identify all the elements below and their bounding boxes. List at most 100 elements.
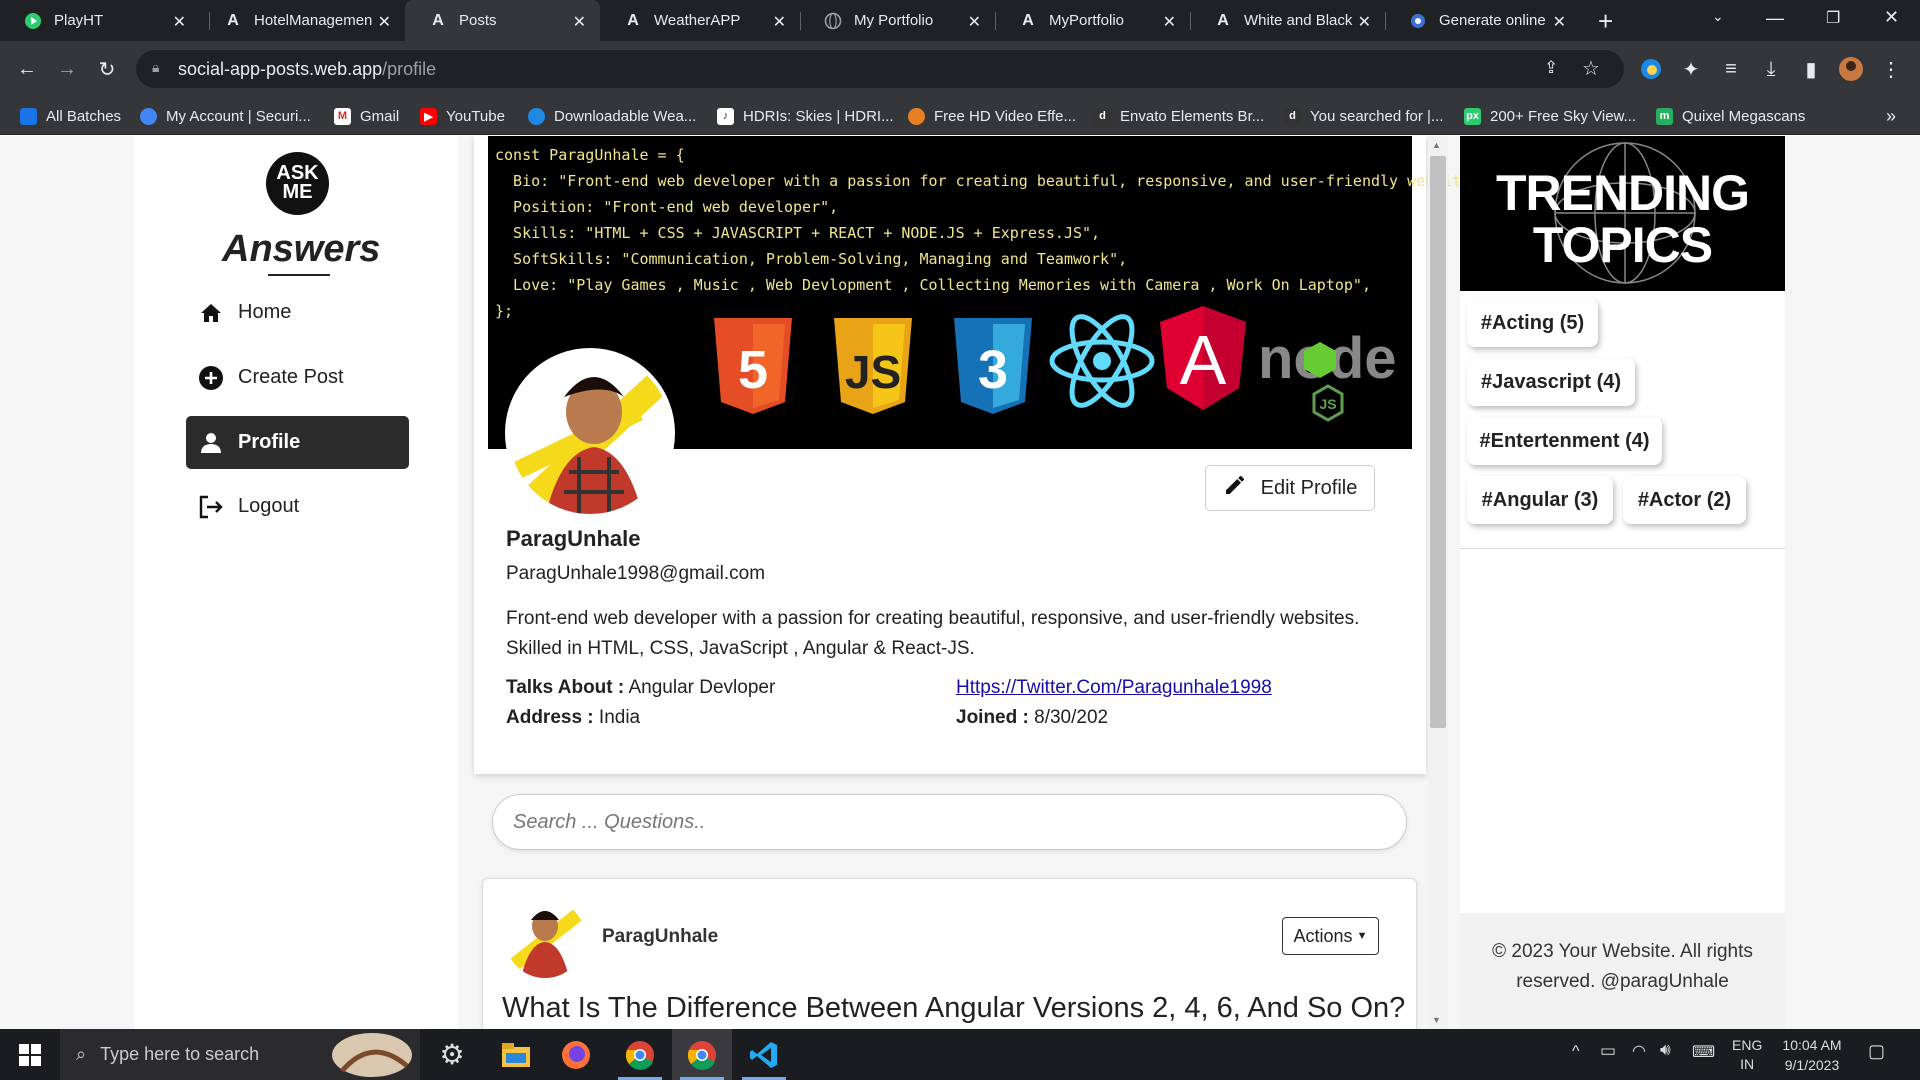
taskbar-clock[interactable]: 10:04 AM 9/1/2023 (1776, 1035, 1848, 1075)
tab-playht[interactable]: PlayHT ✕ (0, 0, 200, 41)
search-input[interactable]: Search ... Questions.. (492, 794, 1407, 850)
post-actions-dropdown[interactable]: Actions ▼ (1282, 917, 1379, 955)
nav-label: Create Post (238, 366, 344, 388)
back-arrow-icon[interactable]: ← (12, 54, 42, 84)
taskbar-search-box[interactable]: ⌕ Type here to search (60, 1029, 420, 1080)
lang-line2: IN (1740, 1056, 1755, 1072)
file-explorer-icon[interactable] (486, 1029, 546, 1080)
scrollbar-thumb[interactable] (1430, 156, 1446, 728)
bookmark-quixel[interactable]: m Quixel Megascans (1656, 97, 1805, 135)
nav-logout[interactable]: Logout (186, 480, 409, 533)
bookmark-envato[interactable]: d Envato Elements Br... (1094, 97, 1264, 135)
tag-actor[interactable]: #Actor (2) (1623, 476, 1746, 524)
bookmarks-overflow-chevron-icon[interactable]: » (1886, 97, 1896, 135)
settings-gear-icon[interactable]: ⚙ (422, 1029, 482, 1080)
react-logo-icon (1049, 314, 1155, 408)
scroll-up-arrow-icon[interactable]: ▲ (1432, 140, 1441, 150)
show-hidden-icons-chevron-icon[interactable]: ^ (1572, 1043, 1580, 1061)
restore-icon[interactable]: ❐ (1826, 8, 1840, 28)
profile-avatar[interactable] (505, 348, 675, 518)
angular-glyph: A (1180, 321, 1227, 399)
tab-title: My Portfolio (854, 12, 934, 29)
volume-icon[interactable]: 🔊︎ (1660, 1040, 1671, 1060)
chrome-icon[interactable] (610, 1029, 670, 1080)
tab-posts[interactable]: A Posts ✕ (405, 0, 600, 41)
tab-search-chevron-icon[interactable]: ⌄ (1712, 8, 1724, 25)
bookmark-hdris[interactable]: ♪ HDRIs: Skies | HDRI... (717, 97, 894, 135)
close-tab-icon[interactable]: ✕ (1553, 12, 1566, 32)
tag-entertenment[interactable]: #Entertenment (4) (1467, 417, 1662, 465)
nav-home[interactable]: Home (186, 286, 409, 339)
tab-my-portfolio[interactable]: My Portfolio ✕ (800, 0, 995, 41)
keyboard-icon[interactable]: ⌨ (1692, 1042, 1715, 1062)
close-tab-icon[interactable]: ✕ (773, 12, 786, 32)
tab-weatherapp[interactable]: A WeatherAPP ✕ (600, 0, 800, 41)
wifi-icon[interactable]: ◠ (1632, 1041, 1646, 1061)
address-bar[interactable]: 🔒︎ social-app-posts.web.app/profile ⇪ ☆ (136, 50, 1624, 88)
bookmark-downloadable[interactable]: Downloadable Wea... (528, 97, 696, 135)
vscode-icon[interactable] (734, 1029, 794, 1080)
extensions-puzzle-icon[interactable]: ✦ (1676, 54, 1706, 84)
forward-arrow-icon[interactable]: → (52, 54, 82, 84)
reading-list-icon[interactable]: ≡ (1716, 54, 1746, 84)
language-indicator[interactable]: ENG IN (1732, 1036, 1762, 1074)
logo-text: ME (282, 181, 313, 203)
post-title[interactable]: What Is The Difference Between Angular V… (502, 992, 1405, 1025)
actions-label: Actions (1293, 925, 1353, 946)
profile-avatar-icon[interactable] (1836, 54, 1866, 84)
firefox-icon[interactable] (546, 1029, 606, 1080)
bookmark-you-searched[interactable]: d You searched for |... (1284, 97, 1443, 135)
tab-generate-online[interactable]: Generate online ✕ (1385, 0, 1580, 41)
bookmark-label: Envato Elements Br... (1120, 107, 1265, 125)
tag-javascript[interactable]: #Javascript (4) (1467, 358, 1635, 406)
tab-white-and-black[interactable]: A White and Black ✕ (1190, 0, 1385, 41)
twitter-link[interactable]: Https://Twitter.Com/Paragunhale1998 (956, 677, 1272, 699)
reload-icon[interactable]: ↻ (92, 54, 122, 84)
edge-extension-icon[interactable] (1636, 54, 1666, 84)
tab-myportfolio[interactable]: A MyPortfolio ✕ (995, 0, 1190, 41)
page-viewport: ASK ME Answers Home Create Post Profile L… (0, 136, 1920, 1029)
bookmark-gmail[interactable]: M Gmail (334, 97, 399, 135)
notifications-icon[interactable]: ▢ (1868, 1041, 1885, 1062)
post-author-avatar[interactable] (505, 898, 585, 978)
share-icon[interactable]: ⇪ (1544, 58, 1558, 78)
battery-icon[interactable]: ▭ (1600, 1041, 1616, 1061)
caret-down-icon: ▼ (1356, 930, 1368, 942)
close-tab-icon[interactable]: ✕ (1358, 12, 1371, 32)
tab-hotelmanagement[interactable]: A HotelManagemen ✕ (200, 0, 405, 41)
bookmark-all-batches[interactable]: All Batches (20, 97, 121, 135)
close-window-icon[interactable]: ✕ (1884, 7, 1899, 28)
nav-create-post[interactable]: Create Post (186, 351, 409, 404)
chrome-profile-icon[interactable] (672, 1029, 732, 1080)
bookmark-star-icon[interactable]: ☆ (1582, 56, 1600, 81)
kebab-menu-icon[interactable]: ⋮ (1876, 54, 1906, 84)
side-panel-icon[interactable]: ▮ (1796, 54, 1826, 84)
angular-a-icon: A (627, 11, 639, 29)
tag-acting[interactable]: #Acting (5) (1467, 299, 1598, 347)
bookmark-free-hd-video[interactable]: Free HD Video Effe... (908, 97, 1076, 135)
askme-logo[interactable]: ASK ME (266, 152, 329, 215)
post-author-name[interactable]: ParagUnhale (602, 926, 718, 948)
download-icon[interactable]: ⤓ (1756, 54, 1786, 84)
tag-angular[interactable]: #Angular (3) (1467, 476, 1613, 524)
close-tab-icon[interactable]: ✕ (378, 12, 391, 32)
profile-address: Address : India (506, 707, 640, 729)
trending-title-line1: TRENDING (1495, 165, 1750, 221)
bookmark-icon (908, 107, 925, 125)
new-tab-plus-icon[interactable]: + (1598, 6, 1613, 37)
bookmark-my-account[interactable]: My Account | Securi... (140, 97, 311, 135)
bookmark-free-sky[interactable]: px 200+ Free Sky View... (1464, 97, 1636, 135)
clock-time: 10:04 AM (1782, 1037, 1842, 1053)
close-tab-icon[interactable]: ✕ (968, 12, 981, 32)
js-glyph: JS (845, 346, 901, 398)
close-tab-icon[interactable]: ✕ (173, 12, 186, 32)
nav-profile[interactable]: Profile (186, 416, 409, 469)
bookmark-youtube[interactable]: ▶ YouTube (420, 97, 505, 135)
html5-logo-icon: 5 (714, 318, 792, 414)
windows-start-icon[interactable] (0, 1029, 60, 1080)
edit-profile-button[interactable]: Edit Profile (1205, 465, 1375, 511)
close-tab-icon[interactable]: ✕ (573, 12, 586, 32)
scroll-down-arrow-icon[interactable]: ▼ (1432, 1015, 1441, 1025)
close-tab-icon[interactable]: ✕ (1163, 12, 1176, 32)
minimize-icon[interactable]: — (1766, 8, 1784, 29)
